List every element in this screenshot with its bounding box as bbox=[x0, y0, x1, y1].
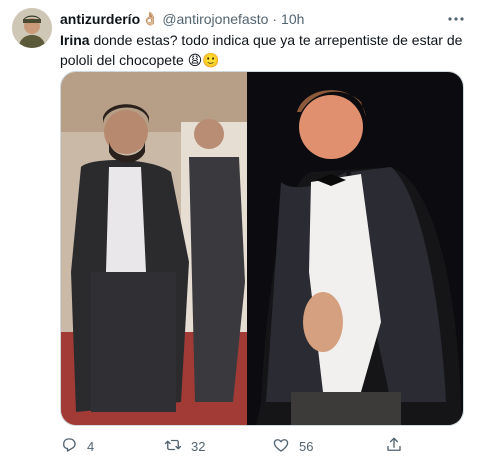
action-bar: 4 32 56 bbox=[60, 436, 465, 456]
reply-count: 4 bbox=[87, 438, 95, 454]
tweet: antizurderío 👌🏼 @antirojonefasto · 10h I… bbox=[0, 0, 478, 462]
more-icon[interactable] bbox=[446, 9, 466, 29]
like-button[interactable]: 56 bbox=[272, 436, 313, 456]
reply-icon bbox=[60, 436, 78, 457]
photo-image bbox=[61, 72, 463, 425]
avatar-image bbox=[12, 8, 52, 48]
tweet-photo[interactable] bbox=[60, 71, 464, 426]
share-button[interactable] bbox=[385, 436, 403, 456]
like-count: 56 bbox=[299, 438, 314, 454]
retweet-button[interactable]: 32 bbox=[164, 436, 205, 456]
share-icon bbox=[385, 436, 403, 457]
author-emoji: 👌🏼 bbox=[142, 11, 159, 26]
reply-button[interactable]: 4 bbox=[60, 436, 94, 456]
avatar[interactable] bbox=[12, 8, 52, 48]
like-icon bbox=[272, 436, 290, 457]
mention-link[interactable]: Irina bbox=[60, 32, 90, 48]
retweet-icon bbox=[164, 436, 182, 457]
tweet-header: antizurderío 👌🏼 @antirojonefasto · 10h bbox=[60, 9, 466, 29]
tweet-body: donde estas? todo indica que ya te arrep… bbox=[60, 32, 463, 68]
retweet-count: 32 bbox=[191, 438, 206, 454]
author-handle[interactable]: @antirojonefasto bbox=[162, 11, 268, 27]
author-name[interactable]: antizurderío bbox=[60, 11, 140, 27]
separator-dot: · bbox=[272, 11, 278, 27]
tweet-text: Irina donde estas? todo indica que ya te… bbox=[60, 30, 465, 70]
timestamp[interactable]: 10h bbox=[281, 11, 304, 27]
